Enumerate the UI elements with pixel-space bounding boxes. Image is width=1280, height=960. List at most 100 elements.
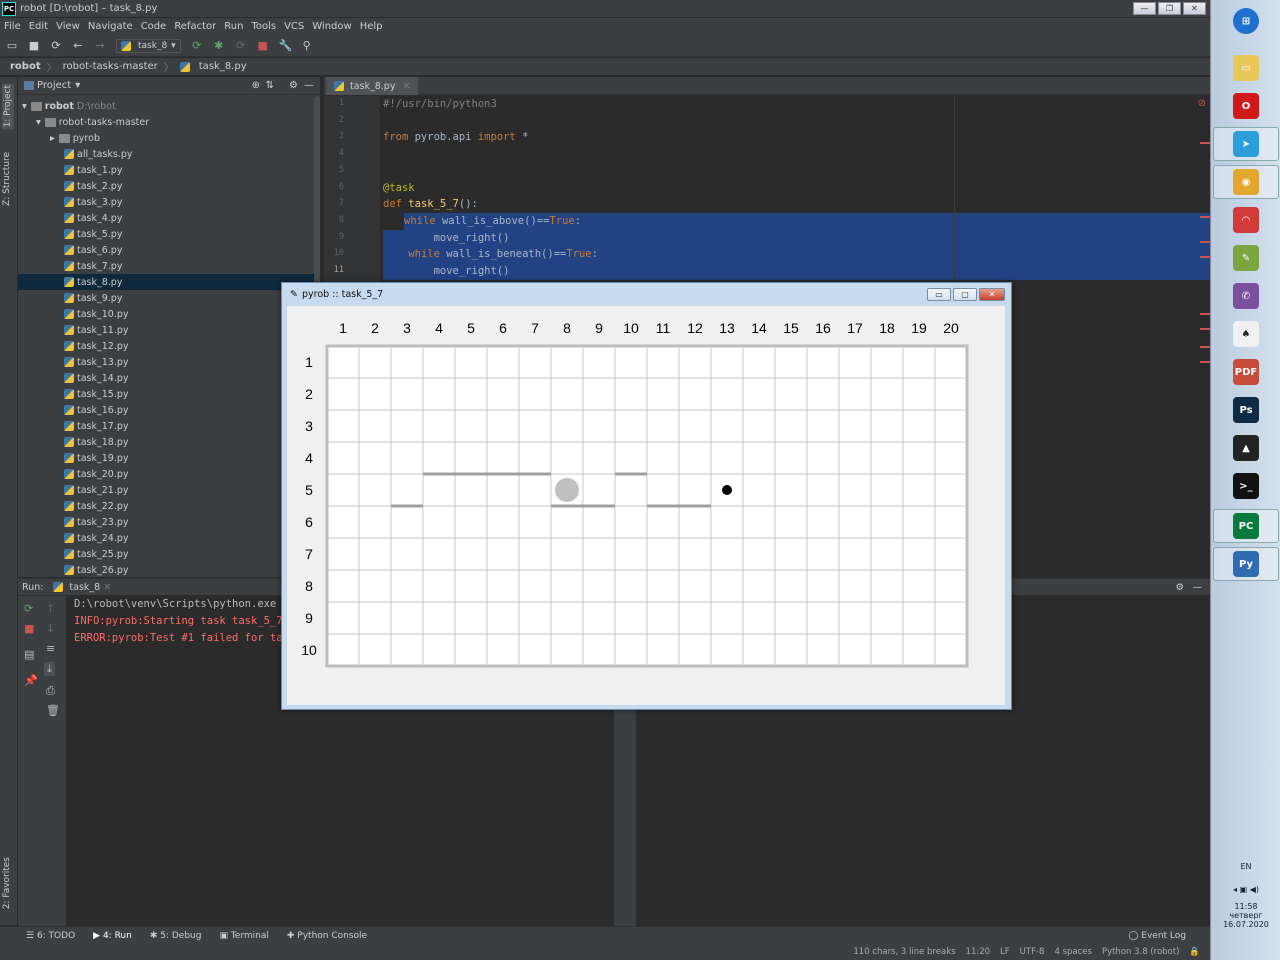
cmd-icon[interactable]: >_ — [1233, 473, 1259, 499]
tree-file[interactable]: task_25.py — [18, 546, 320, 562]
settings-wrench-icon[interactable]: 🔧 — [279, 39, 293, 52]
structure-tool-tab[interactable]: Z: Structure — [2, 152, 12, 206]
menu-view[interactable]: View — [56, 21, 80, 32]
tree-file[interactable]: task_23.py — [18, 514, 320, 530]
vlc-like-icon[interactable]: ▲ — [1233, 435, 1259, 461]
collapse-icon[interactable]: ⇅ — [266, 80, 274, 91]
pyrob-minimize-button[interactable]: ▭ — [927, 288, 951, 301]
menu-run[interactable]: Run — [224, 21, 243, 32]
tree-file[interactable]: task_10.py — [18, 306, 320, 322]
tree-file[interactable]: task_1.py — [18, 162, 320, 178]
breadcrumb-folder[interactable]: robot-tasks-master — [63, 61, 158, 72]
error-stripe-mark[interactable] — [1200, 216, 1210, 218]
tray-icons[interactable]: ◂ ▣ ◀) — [1211, 885, 1280, 894]
code-line[interactable]: from pyrob.api import * — [383, 129, 528, 146]
tree-file[interactable]: task_16.py — [18, 402, 320, 418]
run-tab[interactable]: task_8 ✕ — [53, 582, 111, 593]
error-indicator-icon[interactable]: ⊘ — [1198, 98, 1206, 109]
windows-start-icon[interactable]: ⊞ — [1233, 8, 1259, 34]
stop-icon[interactable]: ■ — [257, 39, 269, 52]
close-tab-icon[interactable]: ✕ — [103, 582, 111, 593]
error-stripe-mark[interactable] — [1200, 346, 1210, 348]
sync-icon[interactable]: ⟳ — [50, 39, 62, 52]
pyrob-close-button[interactable]: ✕ — [979, 288, 1005, 301]
favorites-tool-tab[interactable]: 2: Favorites — [2, 857, 12, 909]
trash-icon[interactable]: 🗑 — [46, 704, 60, 717]
forward-icon[interactable]: → — [94, 39, 106, 52]
solitaire-icon[interactable]: ♠ — [1233, 321, 1259, 347]
python-console-tab[interactable]: ✚ Python Console — [287, 931, 367, 941]
menu-code[interactable]: Code — [141, 21, 167, 32]
chrome-icon[interactable]: ◉ — [1233, 169, 1259, 195]
tree-file[interactable]: task_3.py — [18, 194, 320, 210]
error-stripe-mark[interactable] — [1200, 313, 1210, 315]
clock-time[interactable]: 11:58 — [1211, 902, 1280, 911]
save-icon[interactable]: ■ — [28, 39, 40, 52]
language-indicator[interactable]: EN — [1211, 862, 1280, 871]
open-folder-icon[interactable]: ▭ — [6, 39, 18, 52]
tree-file[interactable]: task_26.py — [18, 562, 320, 578]
code-line[interactable]: while wall_is_beneath()==True: — [383, 246, 1210, 264]
up-arrow-icon[interactable]: ↑ — [46, 602, 55, 615]
layout-icon[interactable]: ▤ — [24, 648, 34, 661]
project-tool-tab[interactable]: 1: Project — [2, 83, 14, 130]
pyrob-maximize-button[interactable]: ▢ — [953, 288, 977, 301]
menu-window[interactable]: Window — [312, 21, 351, 32]
menu-navigate[interactable]: Navigate — [88, 21, 133, 32]
rerun-icon[interactable]: ⟳ — [24, 602, 33, 615]
menu-tools[interactable]: Tools — [251, 21, 276, 32]
menu-edit[interactable]: Edit — [29, 21, 48, 32]
opera-icon[interactable]: O — [1233, 93, 1259, 119]
locate-icon[interactable]: ⊕ — [252, 80, 260, 91]
pyrob-title-bar[interactable]: ✎ pyrob :: task_5_7 ▭ ▢ ✕ — [282, 283, 1011, 305]
tree-file[interactable]: task_19.py — [18, 450, 320, 466]
code-line[interactable]: move_right() — [383, 229, 1210, 247]
error-stripe-mark[interactable] — [1200, 256, 1210, 258]
pin-icon[interactable]: 📌 — [24, 674, 38, 687]
tree-file[interactable]: task_12.py — [18, 338, 320, 354]
minimize-button[interactable]: — — [1133, 2, 1156, 15]
run-tool-tab[interactable]: ▶ 4: Run — [93, 931, 132, 941]
menu-vcs[interactable]: VCS — [284, 21, 304, 32]
telegram-icon[interactable]: ➤ — [1233, 131, 1259, 157]
folder-icon[interactable]: ▭ — [1233, 55, 1259, 81]
stop-icon[interactable]: ■ — [24, 622, 34, 635]
code-line[interactable]: move_right() — [383, 263, 1210, 280]
gear-icon[interactable]: ⚙ — [289, 80, 298, 91]
headphones-icon[interactable]: ◠ — [1233, 207, 1259, 233]
tree-scrollbar[interactable] — [314, 96, 320, 296]
code-line[interactable]: def task_5_7(): — [383, 196, 478, 213]
tree-file[interactable]: all_tasks.py — [18, 146, 320, 162]
photoshop-icon[interactable]: Ps — [1233, 397, 1259, 423]
tree-file[interactable]: task_22.py — [18, 498, 320, 514]
status-interpreter[interactable]: Python 3.8 (robot) — [1102, 947, 1179, 957]
lock-icon[interactable]: 🔒 — [1189, 947, 1200, 957]
soft-wrap-icon[interactable]: ≡ — [46, 642, 55, 655]
tree-file[interactable]: task_6.py — [18, 242, 320, 258]
tree-folder-robot-tasks-master[interactable]: ▾ robot-tasks-master — [18, 114, 320, 130]
status-encoding[interactable]: UTF-8 — [1020, 947, 1045, 957]
run-config-select[interactable]: task_8 ▾ — [116, 38, 181, 53]
debug-tab[interactable]: ✱ 5: Debug — [150, 931, 202, 941]
close-tab-icon[interactable]: ✕ — [402, 81, 410, 92]
tree-file[interactable]: task_15.py — [18, 386, 320, 402]
hide-icon[interactable]: — — [1193, 582, 1203, 593]
debug-icon[interactable]: ✱ — [213, 39, 225, 52]
tree-file[interactable]: task_18.py — [18, 434, 320, 450]
pdf-icon[interactable]: PDF — [1233, 359, 1259, 385]
tree-file[interactable]: task_11.py — [18, 322, 320, 338]
coverage-icon[interactable]: ⟳ — [235, 39, 247, 52]
tree-file[interactable]: task_21.py — [18, 482, 320, 498]
maximize-button[interactable]: ❐ — [1158, 2, 1181, 15]
tree-folder-pyrob[interactable]: ▸ pyrob — [18, 130, 320, 146]
tree-file[interactable]: task_9.py — [18, 290, 320, 306]
error-stripe-mark[interactable] — [1200, 241, 1210, 243]
tree-file[interactable]: task_13.py — [18, 354, 320, 370]
search-icon[interactable]: ⚲ — [301, 39, 313, 52]
pyrob-window[interactable]: ✎ pyrob :: task_5_7 ▭ ▢ ✕ 1 2 3 4 5 6 7 8 9 10 11 1… — [281, 282, 1012, 710]
tree-file[interactable]: task_8.py — [18, 274, 320, 290]
project-header[interactable]: Project — [37, 80, 71, 91]
status-line-sep[interactable]: LF — [1000, 947, 1010, 957]
breadcrumb-root[interactable]: robot — [10, 61, 41, 72]
viber-icon[interactable]: ✆ — [1233, 283, 1259, 309]
